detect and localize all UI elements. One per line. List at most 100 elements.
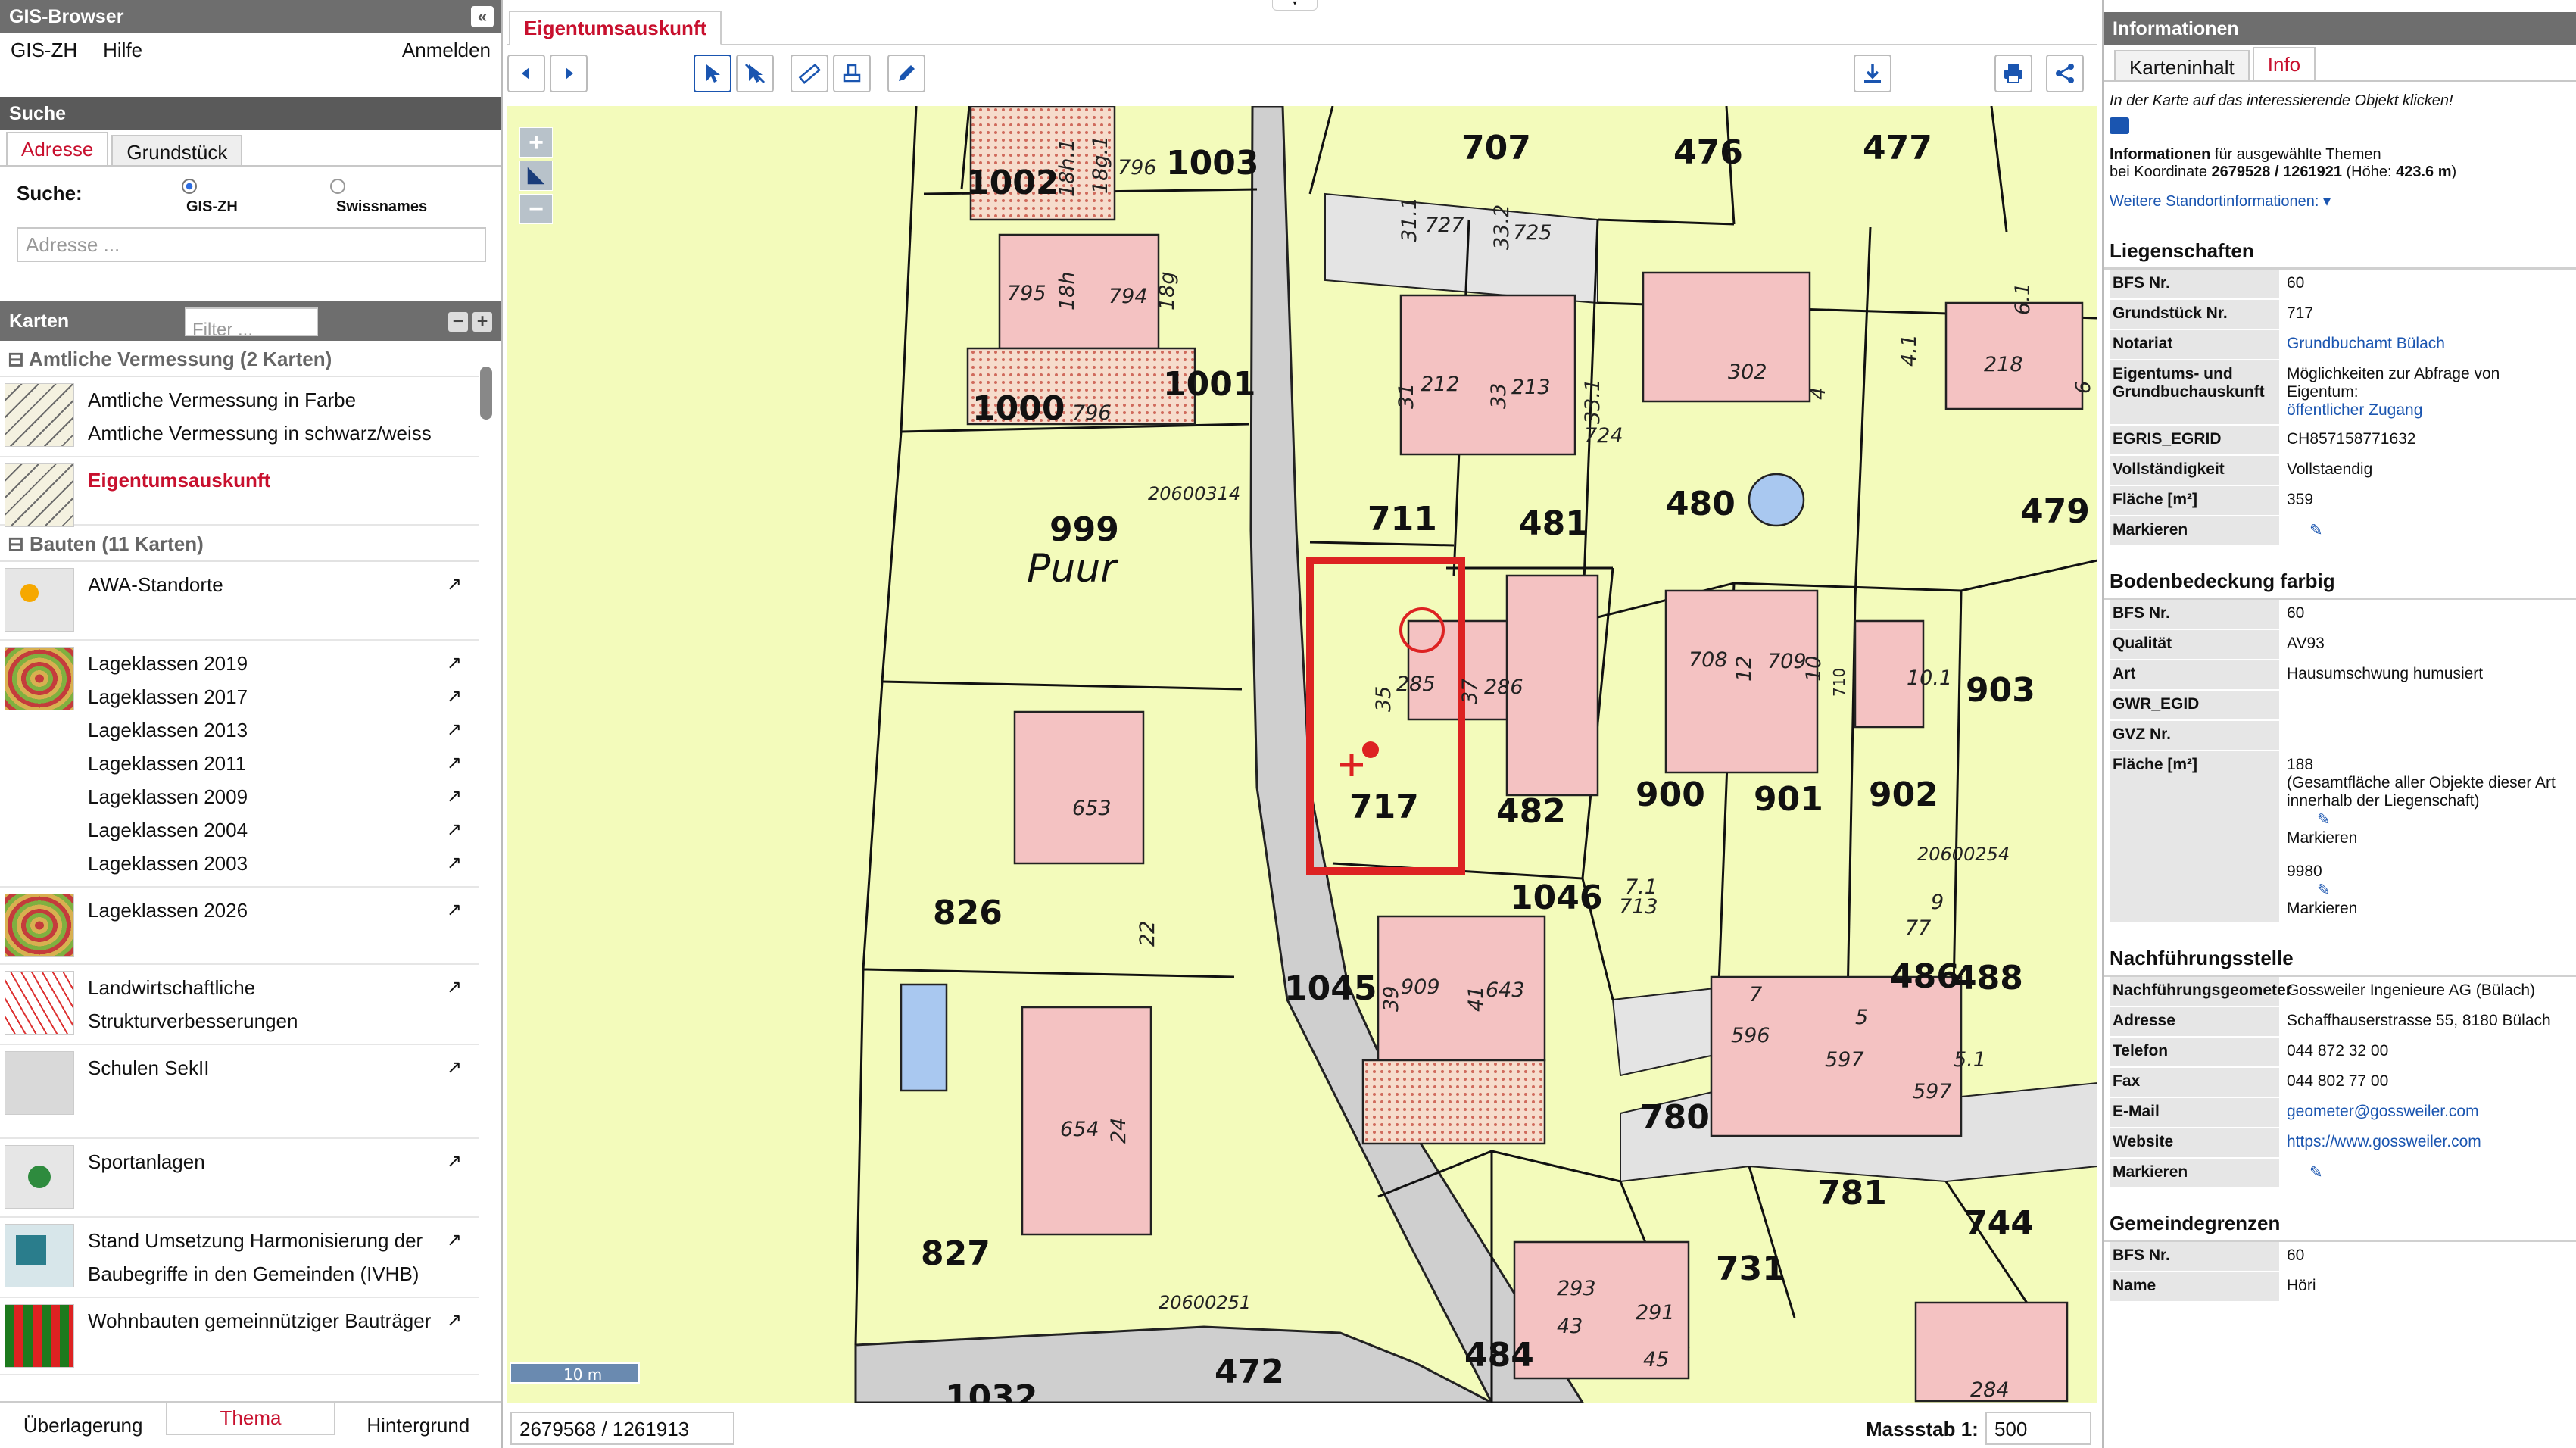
pencil-icon[interactable]: ✎ <box>2287 1164 2323 1181</box>
forward-button[interactable] <box>550 55 588 92</box>
public-access-link[interactable]: öffentlicher Zugang <box>2287 401 2562 420</box>
zoom-out-button[interactable]: − <box>519 194 553 224</box>
map-label: 218 <box>1984 353 2023 376</box>
layer-scrollbar[interactable] <box>480 367 492 420</box>
zoom-extent-button[interactable] <box>519 161 553 191</box>
value-text[interactable]: https://www.gossweiler.com <box>2287 1133 2562 1151</box>
external-link-icon[interactable]: ↗ <box>447 780 462 813</box>
tab-grundstueck[interactable]: Grundstück <box>111 135 243 165</box>
draw-tool[interactable] <box>887 55 925 92</box>
collapse-icon[interactable]: « <box>471 6 494 27</box>
print-icon[interactable] <box>2110 117 2129 134</box>
map-label: 597 <box>1913 1080 1952 1103</box>
layer-awa-standorte[interactable]: AWA-Standorte ↗ <box>88 568 474 601</box>
row-value[interactable]: geometer@gossweiler.com <box>2279 1098 2570 1127</box>
external-link-icon[interactable]: ↗ <box>447 1224 462 1257</box>
collapse-top-icon[interactable]: ▾ <box>1272 0 1318 11</box>
layer-sportanlagen[interactable]: Sportanlagen ↗ <box>88 1145 474 1178</box>
external-link-icon[interactable]: ↗ <box>447 747 462 780</box>
row-value[interactable]: https://www.gossweiler.com <box>2279 1128 2570 1157</box>
share-button[interactable] <box>2046 55 2084 92</box>
layer-lage-2026[interactable]: Lageklassen 2026 ↗ <box>88 894 474 927</box>
measure-tool[interactable] <box>791 55 828 92</box>
value-text: Möglichkeiten zur Abfrage von Eigentum: <box>2287 365 2500 401</box>
map-label: 476 <box>1673 133 1743 172</box>
coordinate-display[interactable]: 2679568 / 1261913 <box>510 1412 734 1445</box>
external-link-icon[interactable]: ↗ <box>447 647 462 680</box>
tab-info[interactable]: Info <box>2252 47 2316 80</box>
layer-lage-2011[interactable]: Lageklassen 2011 ↗ <box>88 747 474 780</box>
tab-thema[interactable]: Thema <box>166 1402 335 1435</box>
group-av[interactable]: ⊟ Amtliche Vermessung (2 Karten) <box>0 341 479 377</box>
layer-eigentumsauskunft[interactable]: Eigentumsauskunft <box>88 463 474 497</box>
flaeche-value: 188 <box>2287 756 2314 773</box>
area-tool[interactable] <box>833 55 871 92</box>
tab-karteninhalt[interactable]: Karteninhalt <box>2114 50 2250 80</box>
layer-landw-1[interactable]: Landwirtschaftliche ↗ <box>88 971 474 1004</box>
download-button[interactable] <box>1854 55 1891 92</box>
value-text[interactable]: Grundbuchamt Bülach <box>2287 335 2562 353</box>
print-button[interactable] <box>1994 55 2032 92</box>
filter-input[interactable]: Filter ... <box>185 307 318 340</box>
address-input[interactable]: Adresse ... <box>17 227 486 262</box>
map-canvas[interactable]: 1002 1003 1001 1000 999 826 827 711 717 … <box>507 106 2097 1403</box>
group-bauten[interactable]: ⊟ Bauten (11 Karten) <box>0 526 479 562</box>
layer-av-farbe[interactable]: Amtliche Vermessung in Farbe <box>88 383 474 417</box>
expand-all-icon[interactable]: + <box>472 312 492 332</box>
login-link[interactable]: Anmelden <box>402 39 491 62</box>
radio-gis-zh[interactable] <box>182 179 197 194</box>
extent-icon <box>527 167 545 185</box>
layer-landw-2[interactable]: Strukturverbesserungen <box>88 1004 474 1038</box>
pencil-icon[interactable]: ✎ <box>2287 522 2323 539</box>
external-link-icon[interactable]: ↗ <box>447 971 462 1004</box>
layer-ivhb-1[interactable]: Stand Umsetzung Harmonisierung der ↗ <box>88 1224 474 1257</box>
back-button[interactable] <box>507 55 545 92</box>
select-tool[interactable] <box>694 55 731 92</box>
nav-hilfe[interactable]: Hilfe <box>103 39 142 62</box>
map-label: 482 <box>1496 792 1566 831</box>
layer-av-sw[interactable]: Amtliche Vermessung in schwarz/weiss <box>88 417 474 450</box>
layer-lage-2003[interactable]: Lageklassen 2003 ↗ <box>88 847 474 880</box>
print-icon <box>2004 64 2022 83</box>
cadastral-map[interactable]: 1002 1003 1001 1000 999 826 827 711 717 … <box>507 106 2097 1403</box>
layer-lage-2017[interactable]: Lageklassen 2017 ↗ <box>88 680 474 713</box>
deselect-tool[interactable] <box>736 55 774 92</box>
tab-ueberlagerung[interactable]: Überlagerung <box>0 1414 166 1437</box>
zoom-in-button[interactable]: + <box>519 127 553 158</box>
nav-gis-zh[interactable]: GIS-ZH <box>11 39 77 62</box>
search-header: Suche <box>0 97 501 130</box>
pencil-icon[interactable]: ✎ <box>2287 810 2562 829</box>
external-link-icon[interactable]: ↗ <box>447 568 462 601</box>
external-link-icon[interactable]: ↗ <box>447 1051 462 1084</box>
pencil-icon[interactable]: ✎ <box>2287 881 2562 900</box>
layer-lage-2004[interactable]: Lageklassen 2004 ↗ <box>88 813 474 847</box>
pencil-icon <box>899 65 915 81</box>
external-link-icon[interactable]: ↗ <box>447 713 462 747</box>
panel-title: GIS-Browser « <box>0 0 501 33</box>
value-text[interactable]: geometer@gossweiler.com <box>2287 1103 2562 1121</box>
more-location-info[interactable]: Weitere Standortinformationen: ▾ <box>2110 192 2570 211</box>
radio-swissnames[interactable] <box>330 179 345 194</box>
external-link-icon[interactable]: ↗ <box>447 894 462 927</box>
collapse-all-icon[interactable]: − <box>448 312 468 332</box>
external-link-icon[interactable]: ↗ <box>447 847 462 880</box>
tab-adresse[interactable]: Adresse <box>6 132 109 165</box>
row-key: Markieren <box>2110 516 2279 545</box>
external-link-icon[interactable]: ↗ <box>447 813 462 847</box>
layer-wohnbauten[interactable]: Wohnbauten gemeinnütziger Bauträger ↗ <box>88 1304 474 1337</box>
scale-input[interactable]: 500 <box>1985 1412 2091 1445</box>
tab-eigentumsauskunft[interactable]: Eigentumsauskunft <box>509 11 722 45</box>
layer-lage-2019[interactable]: Lageklassen 2019 ↗ <box>88 647 474 680</box>
layer-ivhb-2[interactable]: Baubegriffe in den Gemeinden (IVHB) <box>88 1257 474 1290</box>
layer-lage-2009[interactable]: Lageklassen 2009 ↗ <box>88 780 474 813</box>
table-row: GWR_EGID <box>2110 691 2570 721</box>
tab-hintergrund[interactable]: Hintergrund <box>335 1414 501 1437</box>
layer-lage-2013[interactable]: Lageklassen 2013 ↗ <box>88 713 474 747</box>
external-link-icon[interactable]: ↗ <box>447 1145 462 1178</box>
row-value[interactable]: Grundbuchamt Bülach <box>2279 330 2570 359</box>
table-liegenschaften: BFS Nr. 60 Grundstück Nr. 717 Notariat Grundb… <box>2104 270 2576 547</box>
external-link-icon[interactable]: ↗ <box>447 1304 462 1337</box>
external-link-icon[interactable]: ↗ <box>447 680 462 713</box>
map-label: 4.1 <box>1898 334 1921 367</box>
layer-schulen-sek[interactable]: Schulen SekII ↗ <box>88 1051 474 1084</box>
